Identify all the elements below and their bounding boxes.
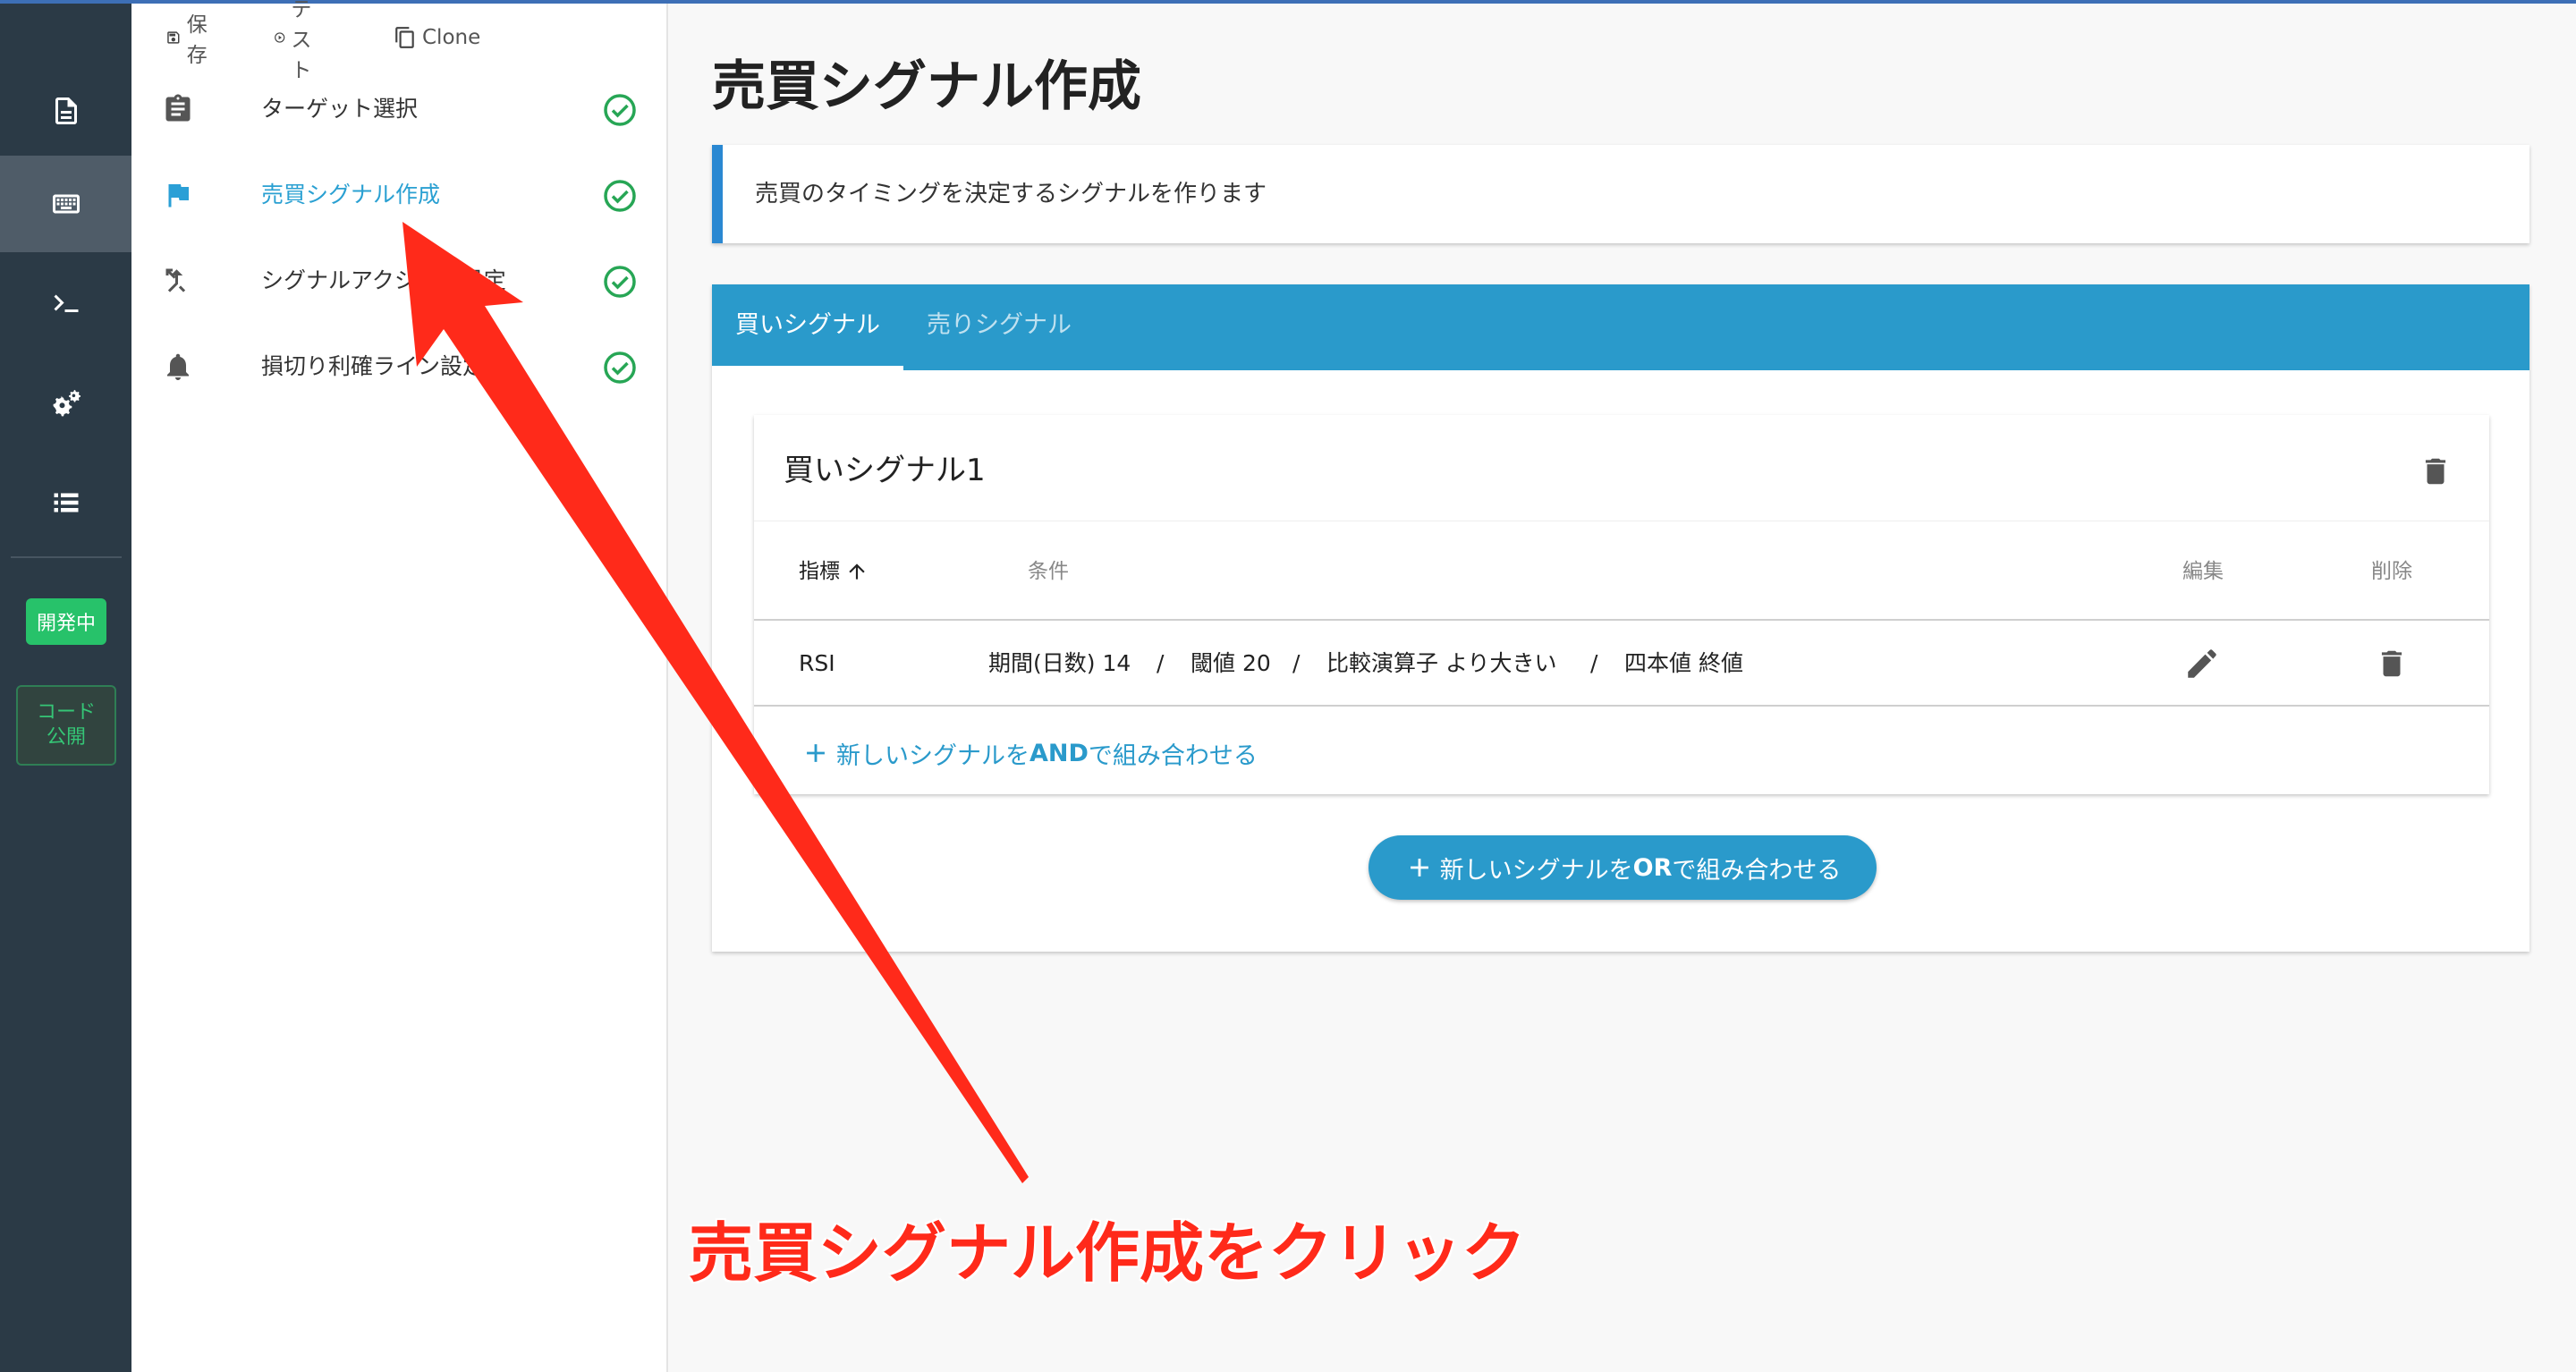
annotation-callout: 売買シグナル作成をクリック: [689, 1215, 1527, 1291]
step-trade-signal[interactable]: 売買シグナル作成: [131, 152, 668, 238]
add-or-post: で組み合わせる: [1672, 856, 1842, 885]
add-or-pre: 新しいシグナルを: [1439, 856, 1633, 885]
steps-panel: 保存 テスト Clone ターゲット選択 売買シグナル作成 シグナルアクション設…: [131, 0, 668, 1372]
rail-console[interactable]: [0, 256, 131, 352]
column-edit: 編集: [2182, 560, 2224, 583]
tab-sell-signal[interactable]: 売りシグナル: [903, 284, 1095, 370]
info-text: 売買のタイミングを決定するシグナルを作ります: [755, 181, 1267, 207]
rail-list[interactable]: [0, 454, 131, 551]
trash-icon: [2381, 650, 2402, 677]
dev-status-badge[interactable]: 開発中: [26, 598, 106, 645]
table-header: 指標 条件 編集 削除: [754, 521, 2489, 621]
delete-row-button[interactable]: [2375, 647, 2409, 684]
add-and-post: で組み合わせる: [1088, 741, 1258, 770]
condition-threshold: 閾値 20: [1191, 650, 1271, 676]
add-or-signal-button[interactable]: 新しいシグナルを OR で組み合わせる: [1368, 835, 1877, 900]
rail-document[interactable]: [0, 63, 131, 159]
merge-icon: [162, 265, 194, 297]
code-public-label-2: 公開: [46, 726, 86, 749]
keyboard-icon: [52, 194, 80, 214]
tab-buy-signal[interactable]: 買いシグナル: [712, 284, 903, 370]
step-stoploss[interactable]: 損切り利確ライン設定: [131, 324, 668, 410]
condition-separator: /: [1157, 650, 1165, 676]
clipboard-icon: [162, 93, 194, 125]
arrow-up-icon: [849, 563, 865, 580]
code-public-label-1: コード: [36, 701, 96, 724]
step-label: 売買シグナル作成: [261, 182, 441, 207]
step-label: ターゲット選択: [261, 96, 419, 122]
save-button[interactable]: 保存: [165, 13, 215, 67]
column-delete: 削除: [2371, 560, 2412, 583]
plus-icon: [1410, 859, 1428, 877]
plus-icon: [807, 744, 825, 762]
flag-icon: [162, 179, 194, 211]
condition-separator: /: [1292, 650, 1301, 676]
signal-title: 買いシグナル1: [784, 453, 986, 488]
rail-settings[interactable]: [0, 355, 131, 452]
rail-keyboard[interactable]: [0, 156, 131, 252]
clone-label: Clone: [422, 26, 481, 49]
column-indicator-label: 指標: [799, 560, 840, 583]
play-circle-icon: [275, 32, 285, 43]
test-button[interactable]: テスト: [274, 0, 323, 82]
save-label: 保存: [186, 13, 208, 67]
check-circle-icon: [604, 94, 636, 126]
check-circle-icon: [604, 266, 636, 298]
condition-separator: /: [1590, 650, 1598, 676]
column-indicator[interactable]: 指標: [799, 521, 869, 622]
delete-signal-button[interactable]: [2419, 454, 2453, 492]
clone-button[interactable]: Clone: [394, 20, 480, 55]
main-content: 売買シグナル作成 売買のタイミングを決定するシグナルを作ります 買いシグナル 売…: [670, 4, 2576, 1372]
add-or-key: OR: [1632, 853, 1673, 882]
step-label: シグナルアクション設定: [261, 267, 506, 293]
column-condition: 条件: [1028, 560, 1069, 583]
check-circle-icon: [604, 351, 636, 384]
pencil-icon: [2188, 649, 2216, 678]
edit-row-button[interactable]: [2183, 645, 2221, 686]
page-title: 売買シグナル作成: [712, 55, 1141, 118]
bell-icon: [162, 351, 194, 383]
condition-price: 四本値 終値: [1624, 650, 1743, 676]
step-signal-action[interactable]: シグナルアクション設定: [131, 238, 668, 324]
trash-icon: [2425, 458, 2446, 485]
add-and-signal-button[interactable]: 新しいシグナルを AND で組み合わせる: [801, 732, 1258, 775]
gears-icon: [53, 390, 80, 417]
copy-icon: [395, 27, 414, 48]
signal-card: 買いシグナル 売りシグナル 買いシグナル1 指標 条件 編集 削除 RSI 期間…: [712, 284, 2529, 952]
check-circle-icon: [604, 180, 636, 212]
add-and-pre: 新しいシグナルを: [836, 741, 1030, 770]
save-icon: [167, 31, 180, 44]
step-target-select[interactable]: ターゲット選択: [131, 66, 668, 152]
rail-divider: [11, 556, 122, 558]
row-indicator: RSI: [799, 650, 835, 676]
info-banner: 売買のタイミングを決定するシグナルを作ります: [712, 145, 2529, 243]
buy-signal-panel: 買いシグナル1 指標 条件 編集 削除 RSI 期間(日数) 14 / 閾値 2…: [754, 415, 2489, 794]
icon-rail: 開発中 コード 公開: [0, 4, 131, 1372]
condition-operator: 比較演算子 より大きい: [1326, 650, 1557, 676]
code-public-button[interactable]: コード 公開: [16, 685, 116, 766]
terminal-icon: [54, 294, 78, 312]
condition-period: 期間(日数) 14: [988, 650, 1131, 676]
list-icon: [54, 493, 78, 512]
table-row: RSI 期間(日数) 14 / 閾値 20 / 比較演算子 より大きい / 四本…: [754, 621, 2489, 707]
add-and-key: AND: [1030, 739, 1089, 767]
step-label: 損切り利確ライン設定: [261, 353, 486, 379]
tab-bar: 買いシグナル 売りシグナル: [712, 284, 2529, 370]
document-icon: [55, 97, 77, 124]
